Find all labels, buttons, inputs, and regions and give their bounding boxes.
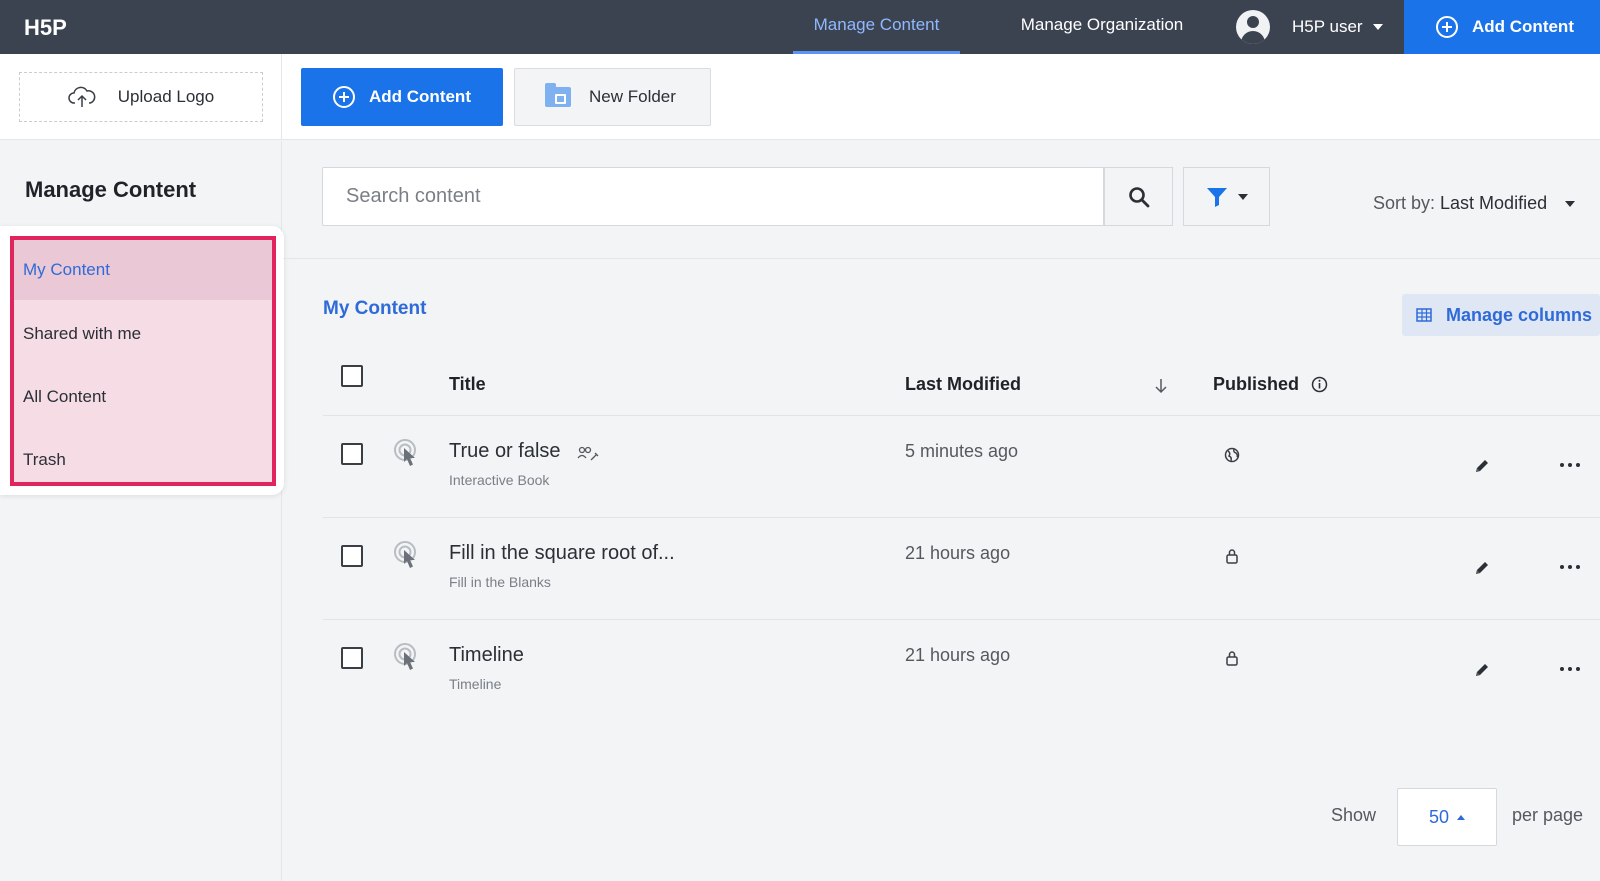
select-all-checkbox[interactable] [341,365,363,387]
content-toolbar: Upload Logo Add Content New Folder [0,54,1600,140]
sidebar-item-label: Trash [23,450,66,469]
row-divider [323,517,1600,518]
row-title[interactable]: Timeline [449,644,524,667]
upload-logo-label: Upload Logo [117,87,215,106]
chevron-down-icon [1565,200,1576,207]
per-page-value: 50 [1428,806,1450,827]
svg-text:H5P: H5P [24,15,67,40]
row-checkbox[interactable] [341,443,363,465]
list-title: My Content [323,298,427,319]
table-icon [1416,308,1432,322]
edit-pencil-icon[interactable] [1474,458,1490,474]
header-add-content-label: Add Content [1472,17,1574,36]
filter-button[interactable] [1183,167,1270,226]
edit-pencil-icon[interactable] [1474,662,1490,678]
chevron-up-icon [1457,814,1466,820]
sidebar-title: Manage Content [25,177,197,202]
user-name: H5P user [1292,17,1363,36]
cloud-upload-icon [68,86,96,107]
per-page-select[interactable]: 50 [1397,788,1497,846]
new-folder-button[interactable]: New Folder [514,68,711,126]
content-type-icon [394,541,416,568]
search-box [322,167,1104,226]
sort-prefix: Sort by: [1373,193,1436,213]
sidebar-item-all-content[interactable]: All Content [14,367,272,427]
sidebar-nav-highlight: My Content Shared with me All Content Tr… [10,236,276,486]
row-divider [323,619,1600,620]
sort-dropdown[interactable]: Sort by: Last Modified [1373,193,1576,214]
search-row: Sort by: Last Modified [283,141,1600,259]
sort-value: Last Modified [1440,193,1548,213]
row-divider [323,415,1600,416]
sidebar-item-my-content[interactable]: My Content [14,240,272,300]
lock-icon [1226,549,1238,564]
folder-lock-icon [545,83,571,107]
top-navigation-bar: H5P Manage Content Manage Organization H… [0,0,1600,54]
plus-circle-icon [333,86,355,108]
sort-arrow-down-icon[interactable] [1155,378,1167,394]
h5p-logo[interactable]: H5P [24,14,74,40]
column-header-published[interactable]: Published [1213,374,1299,395]
row-title[interactable]: True or false [449,440,561,463]
search-input[interactable] [323,168,1103,225]
chevron-down-icon [1372,24,1383,30]
more-options-icon[interactable] [1560,463,1580,469]
manage-columns-label: Manage columns [1446,304,1593,325]
manage-columns-button[interactable]: Manage columns [1402,294,1600,336]
column-header-last-modified[interactable]: Last Modified [905,374,1021,395]
globe-icon [1224,447,1240,463]
left-sidebar: Manage Content My Content Shared with me… [0,141,284,881]
header-add-content-button[interactable]: Add Content [1404,0,1600,54]
content-type-icon [394,643,416,670]
more-options-icon[interactable] [1560,565,1580,571]
sidebar-item-label: My Content [23,260,110,279]
row-content-type: Timeline [449,676,502,692]
filter-icon [1206,187,1227,207]
pagination-show-label: Show [1331,805,1377,825]
nav-tab-manage-organization[interactable]: Manage Organization [1010,0,1194,54]
chevron-down-icon [1237,193,1248,200]
plus-circle-icon [1436,16,1458,38]
nav-tab-manage-content[interactable]: Manage Content [793,0,960,54]
search-button[interactable] [1104,167,1173,226]
avatar [1236,10,1270,44]
row-content-type: Interactive Book [449,472,550,488]
shared-users-icon [577,446,599,461]
sidebar-item-label: Shared with me [23,324,142,343]
pagination-per-page-label: per page [1512,805,1584,825]
more-options-icon[interactable] [1560,667,1580,673]
row-last-modified: 5 minutes ago [905,441,1019,461]
lock-icon [1226,651,1238,666]
info-icon[interactable] [1311,376,1328,393]
sidebar-item-label: All Content [23,387,107,406]
row-last-modified: 21 hours ago [905,543,1011,563]
new-folder-label: New Folder [589,87,676,106]
user-menu[interactable]: H5P user [1236,8,1383,46]
add-content-label: Add Content [369,87,471,106]
add-content-button[interactable]: Add Content [301,68,503,126]
row-checkbox[interactable] [341,545,363,567]
column-header-title[interactable]: Title [449,374,486,395]
row-title[interactable]: Fill in the square root of... [449,542,675,565]
toolbar-divider [281,54,282,140]
row-last-modified: 21 hours ago [905,645,1011,665]
upload-logo-button[interactable]: Upload Logo [19,72,263,122]
sidebar-item-shared-with-me[interactable]: Shared with me [14,304,272,364]
edit-pencil-icon[interactable] [1474,560,1490,576]
content-type-icon [394,439,416,466]
row-content-type: Fill in the Blanks [449,574,551,590]
row-checkbox[interactable] [341,647,363,669]
search-icon [1128,186,1149,207]
sidebar-item-trash[interactable]: Trash [14,430,272,490]
